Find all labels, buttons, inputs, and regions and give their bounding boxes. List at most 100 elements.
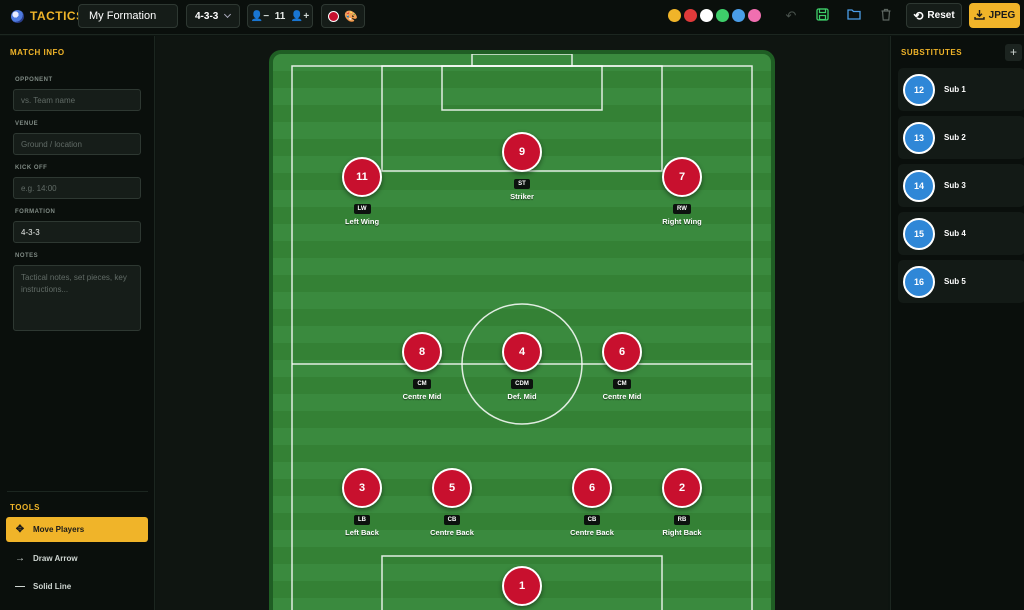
player-position: RB [673, 515, 691, 525]
formation-label: FORMATION [15, 209, 56, 215]
formation-select[interactable]: 4-3-3 [186, 4, 240, 28]
reset-icon: ⟲ [913, 8, 924, 23]
tool-label: Draw Arrow [33, 554, 78, 563]
player-name: Centre Mid [602, 392, 642, 401]
player-position: CM [613, 379, 631, 389]
remove-player-icon[interactable]: 👤− [251, 11, 269, 22]
team-color-dot[interactable] [328, 10, 340, 22]
player-token[interactable]: 3 LB Left Back [327, 468, 397, 537]
player-token[interactable]: 1 [487, 566, 557, 606]
add-substitute-button[interactable]: + [1005, 44, 1022, 61]
tool-move-players[interactable]: ✥ Move Players [6, 517, 148, 542]
player-token[interactable]: 6 CM Centre Mid [587, 332, 657, 401]
reset-label: Reset [927, 10, 955, 21]
venue-input[interactable] [13, 133, 141, 155]
substitute-number: 14 [903, 169, 935, 202]
player-token[interactable]: 2 RB Right Back [647, 468, 717, 537]
player-name: Centre Mid [402, 392, 442, 401]
match-info-title: MATCH INFO [10, 48, 65, 57]
download-icon [973, 9, 985, 23]
app-title: TACTICS [30, 9, 85, 23]
player-token[interactable]: 6 CB Centre Back [557, 468, 627, 537]
palette-icon[interactable]: 🎨 [344, 10, 358, 23]
match-info-panel: MATCH INFO OPPONENT VENUE KICK OFF FORMA… [0, 36, 155, 610]
player-number: 8 [402, 332, 442, 372]
player-number: 9 [502, 132, 542, 172]
player-token[interactable]: 7 RW Right Wing [647, 157, 717, 226]
trash-icon[interactable] [878, 8, 894, 24]
player-token[interactable]: 8 CM Centre Mid [387, 332, 457, 401]
player-token[interactable]: 11 LW Left Wing [327, 157, 397, 226]
player-position: CB [583, 515, 601, 525]
substitutes-title: SUBSTITUTES [901, 48, 963, 57]
arrow-icon: → [15, 553, 25, 564]
substitutes-panel: SUBSTITUTES + 12 Sub 1 13 Sub 2 14 Sub 3 15 Sub… [890, 36, 1024, 610]
notes-label: NOTES [15, 253, 39, 259]
player-number: 6 [572, 468, 612, 508]
substitute-card[interactable]: 14 Sub 3 [898, 164, 1024, 207]
player-position: CM [413, 379, 431, 389]
substitute-name: Sub 1 [944, 85, 966, 94]
substitute-name: Sub 2 [944, 133, 966, 142]
opponent-input[interactable] [13, 89, 141, 111]
drawing-color-swatches [668, 9, 761, 22]
pitch-area: 9 ST Striker 11 LW Left Wing 7 RW Right Wing 8 CM C… [156, 36, 888, 610]
color-swatch[interactable] [668, 9, 681, 22]
player-number: 1 [502, 566, 542, 606]
substitute-number: 12 [903, 73, 935, 106]
player-name: Left Back [345, 528, 379, 537]
venue-label: VENUE [15, 121, 39, 127]
player-position: CDM [511, 379, 533, 389]
save-icon[interactable] [814, 8, 830, 24]
reset-button[interactable]: ⟲ Reset [906, 3, 962, 28]
notes-textarea[interactable] [13, 265, 141, 331]
tools-divider [7, 491, 148, 492]
formation-input[interactable] [13, 221, 141, 243]
player-position: CB [443, 515, 461, 525]
player-name: Left Wing [344, 217, 380, 226]
open-folder-icon[interactable] [846, 8, 862, 24]
line-icon: — [15, 581, 25, 592]
player-token[interactable]: 4 CDM Def. Mid [487, 332, 557, 401]
color-swatch[interactable] [748, 9, 761, 22]
kickoff-input[interactable] [13, 177, 141, 199]
goal-top [471, 54, 573, 67]
player-name: Right Wing [662, 217, 702, 226]
tool-label: Move Players [33, 525, 85, 534]
player-position: RW [673, 204, 691, 214]
player-count: 11 [274, 10, 286, 22]
tool-solid-line[interactable]: — Solid Line [6, 574, 148, 599]
player-count-stepper: 👤− 11 👤+ [247, 4, 313, 28]
substitute-card[interactable]: 12 Sub 1 [898, 68, 1024, 111]
kickoff-label: KICK OFF [15, 165, 48, 171]
player-name: Right Back [662, 528, 702, 537]
player-token[interactable]: 5 CB Centre Back [417, 468, 487, 537]
tool-draw-arrow[interactable]: → Draw Arrow [6, 546, 148, 571]
player-name: Def. Mid [507, 392, 537, 401]
add-player-icon[interactable]: 👤+ [291, 11, 309, 22]
formation-name-input[interactable] [78, 4, 178, 28]
color-swatch[interactable] [732, 9, 745, 22]
substitute-card[interactable]: 15 Sub 4 [898, 212, 1024, 255]
formation-select-value: 4-3-3 [195, 10, 219, 22]
export-jpeg-button[interactable]: JPEG [969, 3, 1020, 28]
undo-icon[interactable]: ↶ [783, 8, 799, 24]
substitute-number: 15 [903, 217, 935, 250]
substitute-number: 13 [903, 121, 935, 154]
player-number: 7 [662, 157, 702, 197]
color-swatch[interactable] [684, 9, 697, 22]
player-number: 11 [342, 157, 382, 197]
substitute-name: Sub 4 [944, 229, 966, 238]
color-swatch[interactable] [716, 9, 729, 22]
player-number: 6 [602, 332, 642, 372]
substitute-card[interactable]: 16 Sub 5 [898, 260, 1024, 303]
move-icon: ✥ [15, 524, 25, 535]
substitute-card[interactable]: 13 Sub 2 [898, 116, 1024, 159]
chevron-down-icon [224, 10, 232, 19]
color-swatch[interactable] [700, 9, 713, 22]
globe-icon [11, 9, 24, 23]
substitute-name: Sub 5 [944, 277, 966, 286]
player-token[interactable]: 9 ST Striker [487, 132, 557, 201]
football-pitch[interactable]: 9 ST Striker 11 LW Left Wing 7 RW Right Wing 8 CM C… [269, 50, 775, 610]
substitute-name: Sub 3 [944, 181, 966, 190]
